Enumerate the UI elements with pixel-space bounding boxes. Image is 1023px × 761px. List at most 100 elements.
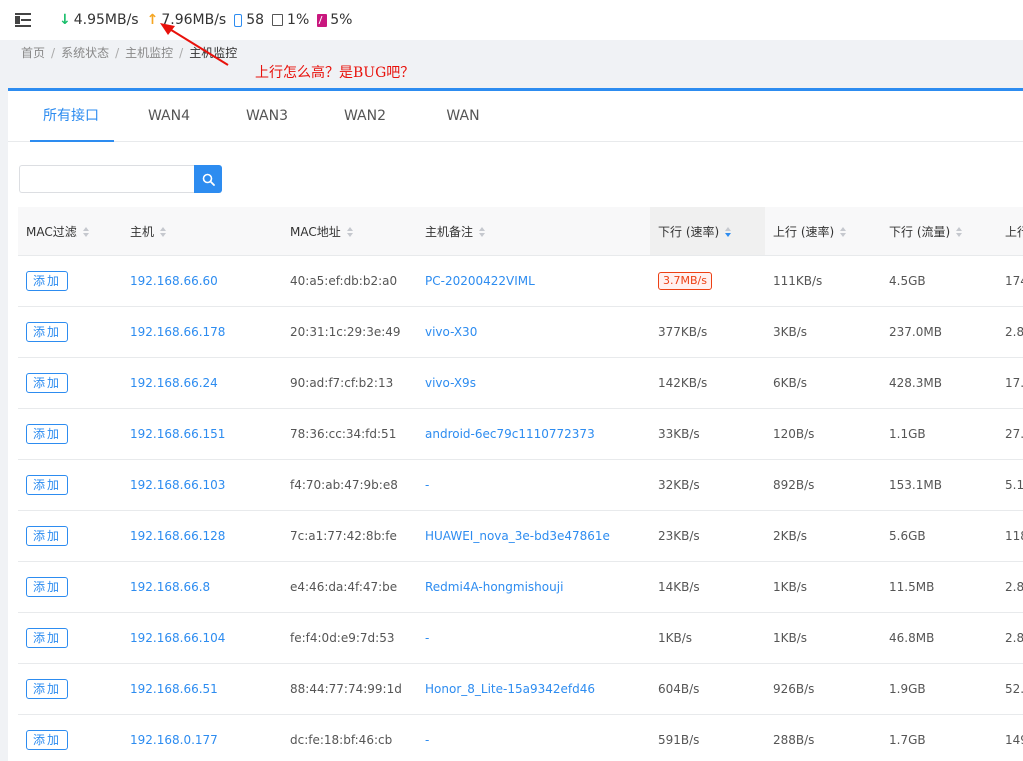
host-note-link[interactable]: android-6ec79c1110772373 [425, 427, 595, 441]
tab-wan[interactable]: WAN [414, 91, 512, 141]
add-mac-filter-button[interactable]: 添加 [26, 577, 68, 597]
table-cell: 添加 [18, 511, 122, 562]
add-mac-filter-button[interactable]: 添加 [26, 475, 68, 495]
table-cell: f4:70:ab:47:9b:e8 [282, 460, 417, 511]
add-mac-filter-button[interactable]: 添加 [26, 322, 68, 342]
host-ip-link[interactable]: 192.168.66.151 [130, 427, 225, 441]
table-cell: android-6ec79c1110772373 [417, 409, 650, 460]
up-traffic: 118 [1005, 529, 1023, 543]
breadcrumb-system-status[interactable]: 系统状态 [61, 46, 109, 60]
search-input[interactable] [19, 165, 194, 193]
table-cell: 1.9GB [881, 664, 997, 715]
table-cell: 7c:a1:77:42:8b:fe [282, 511, 417, 562]
down-traffic: 1.7GB [889, 733, 926, 747]
table-cell: 2.8 [997, 307, 1023, 358]
table-cell: PC-20200422VIML [417, 256, 650, 307]
breadcrumb-host-monitor[interactable]: 主机监控 [125, 46, 173, 60]
host-ip-link[interactable]: 192.168.66.178 [130, 325, 225, 339]
table-cell: Redmi4A-hongmishouji [417, 562, 650, 613]
sort-icon[interactable] [956, 227, 963, 237]
mac-address: 88:44:77:74:99:1d [290, 682, 402, 696]
down-traffic: 46.8MB [889, 631, 934, 645]
memory-icon [317, 14, 327, 27]
host-ip-link[interactable]: 192.168.66.60 [130, 274, 218, 288]
table-cell: 添加 [18, 562, 122, 613]
tab-wan2[interactable]: WAN2 [316, 91, 414, 141]
sort-icon[interactable] [840, 227, 847, 237]
table-cell: HUAWEI_nova_3e-bd3e47861e [417, 511, 650, 562]
host-ip-link[interactable]: 192.168.66.103 [130, 478, 225, 492]
column-header-down-traffic[interactable]: 下行 (流量) [881, 207, 997, 256]
host-ip-link[interactable]: 192.168.66.51 [130, 682, 218, 696]
column-header-up-rate[interactable]: 上行 (速率) [765, 207, 881, 256]
host-ip-link[interactable]: 192.168.66.24 [130, 376, 218, 390]
top-status-bar: ↓ 4.95MB/s ↑ 7.96MB/s 58 1% 5% [0, 0, 1023, 40]
host-note-link[interactable]: Honor_8_Lite-15a9342efd46 [425, 682, 595, 696]
mac-address: 78:36:cc:34:fd:51 [290, 427, 396, 441]
table-cell: 377KB/s [650, 307, 765, 358]
table-body: 添加192.168.66.6040:a5:ef:db:b2:a0PC-20200… [18, 256, 1023, 761]
column-header-host-note[interactable]: 主机备注 [417, 207, 650, 256]
host-note-link[interactable]: vivo-X9s [425, 376, 476, 390]
host-note-link[interactable]: PC-20200422VIML [425, 274, 535, 288]
down-rate: 591B/s [658, 733, 699, 747]
column-header-host[interactable]: 主机 [122, 207, 282, 256]
table-cell: 892B/s [765, 460, 881, 511]
column-header-down-rate[interactable]: 下行 (速率) [650, 207, 765, 256]
table-cell: 27.0 [997, 409, 1023, 460]
add-mac-filter-button[interactable]: 添加 [26, 730, 68, 750]
column-header-mac-address[interactable]: MAC地址 [282, 207, 417, 256]
add-mac-filter-button[interactable]: 添加 [26, 526, 68, 546]
host-ip-link[interactable]: 192.168.66.104 [130, 631, 225, 645]
host-note-link[interactable]: - [425, 478, 429, 492]
sort-desc-icon[interactable] [725, 227, 732, 237]
sort-icon[interactable] [160, 227, 167, 237]
host-note-link[interactable]: HUAWEI_nova_3e-bd3e47861e [425, 529, 610, 543]
table-cell: 添加 [18, 358, 122, 409]
up-traffic: 2.8 [1005, 325, 1023, 339]
host-note-link[interactable]: Redmi4A-hongmishouji [425, 580, 563, 594]
memory-stat: 5% [317, 12, 352, 28]
host-note-link[interactable]: - [425, 631, 429, 645]
add-mac-filter-button[interactable]: 添加 [26, 424, 68, 444]
add-mac-filter-button[interactable]: 添加 [26, 373, 68, 393]
down-rate: 14KB/s [658, 580, 700, 594]
table-cell: 添加 [18, 460, 122, 511]
sort-icon[interactable] [479, 227, 486, 237]
table-cell: 192.168.66.178 [122, 307, 282, 358]
table-cell: 6KB/s [765, 358, 881, 409]
table-cell: 52.5 [997, 664, 1023, 715]
breadcrumb-separator: / [115, 46, 119, 60]
tab-wan3[interactable]: WAN3 [218, 91, 316, 141]
cpu-value: 1% [287, 12, 309, 28]
add-mac-filter-button[interactable]: 添加 [26, 628, 68, 648]
up-rate: 111KB/s [773, 274, 822, 288]
table-cell: 153.1MB [881, 460, 997, 511]
add-mac-filter-button[interactable]: 添加 [26, 679, 68, 699]
phone-icon [234, 14, 242, 27]
add-mac-filter-button[interactable]: 添加 [26, 271, 68, 291]
mac-address: fe:f4:0d:e9:7d:53 [290, 631, 394, 645]
column-header-mac-filter[interactable]: MAC过滤 [18, 207, 122, 256]
host-note-link[interactable]: - [425, 733, 429, 747]
host-note-link[interactable]: vivo-X30 [425, 325, 477, 339]
sort-icon[interactable] [83, 227, 90, 237]
tab-wan4[interactable]: WAN4 [120, 91, 218, 141]
host-ip-link[interactable]: 192.168.0.177 [130, 733, 218, 747]
host-ip-link[interactable]: 192.168.66.128 [130, 529, 225, 543]
breadcrumb-home[interactable]: 首页 [21, 46, 45, 60]
sort-icon[interactable] [347, 227, 354, 237]
column-header-up-traffic[interactable]: 上行 [997, 207, 1023, 256]
up-traffic: 17.8 [1005, 376, 1023, 390]
tab-all-interfaces[interactable]: 所有接口 [22, 91, 120, 141]
interface-tabs: 所有接口 WAN4 WAN3 WAN2 WAN [8, 91, 1023, 142]
down-rate: 33KB/s [658, 427, 700, 441]
search-button[interactable] [194, 165, 222, 193]
table-cell: 192.168.66.103 [122, 460, 282, 511]
menu-collapse-icon[interactable] [15, 13, 33, 27]
table-cell: 192.168.66.51 [122, 664, 282, 715]
host-ip-link[interactable]: 192.168.66.8 [130, 580, 210, 594]
down-rate: 23KB/s [658, 529, 700, 543]
table-cell: 46.8MB [881, 613, 997, 664]
table-cell: 添加 [18, 613, 122, 664]
